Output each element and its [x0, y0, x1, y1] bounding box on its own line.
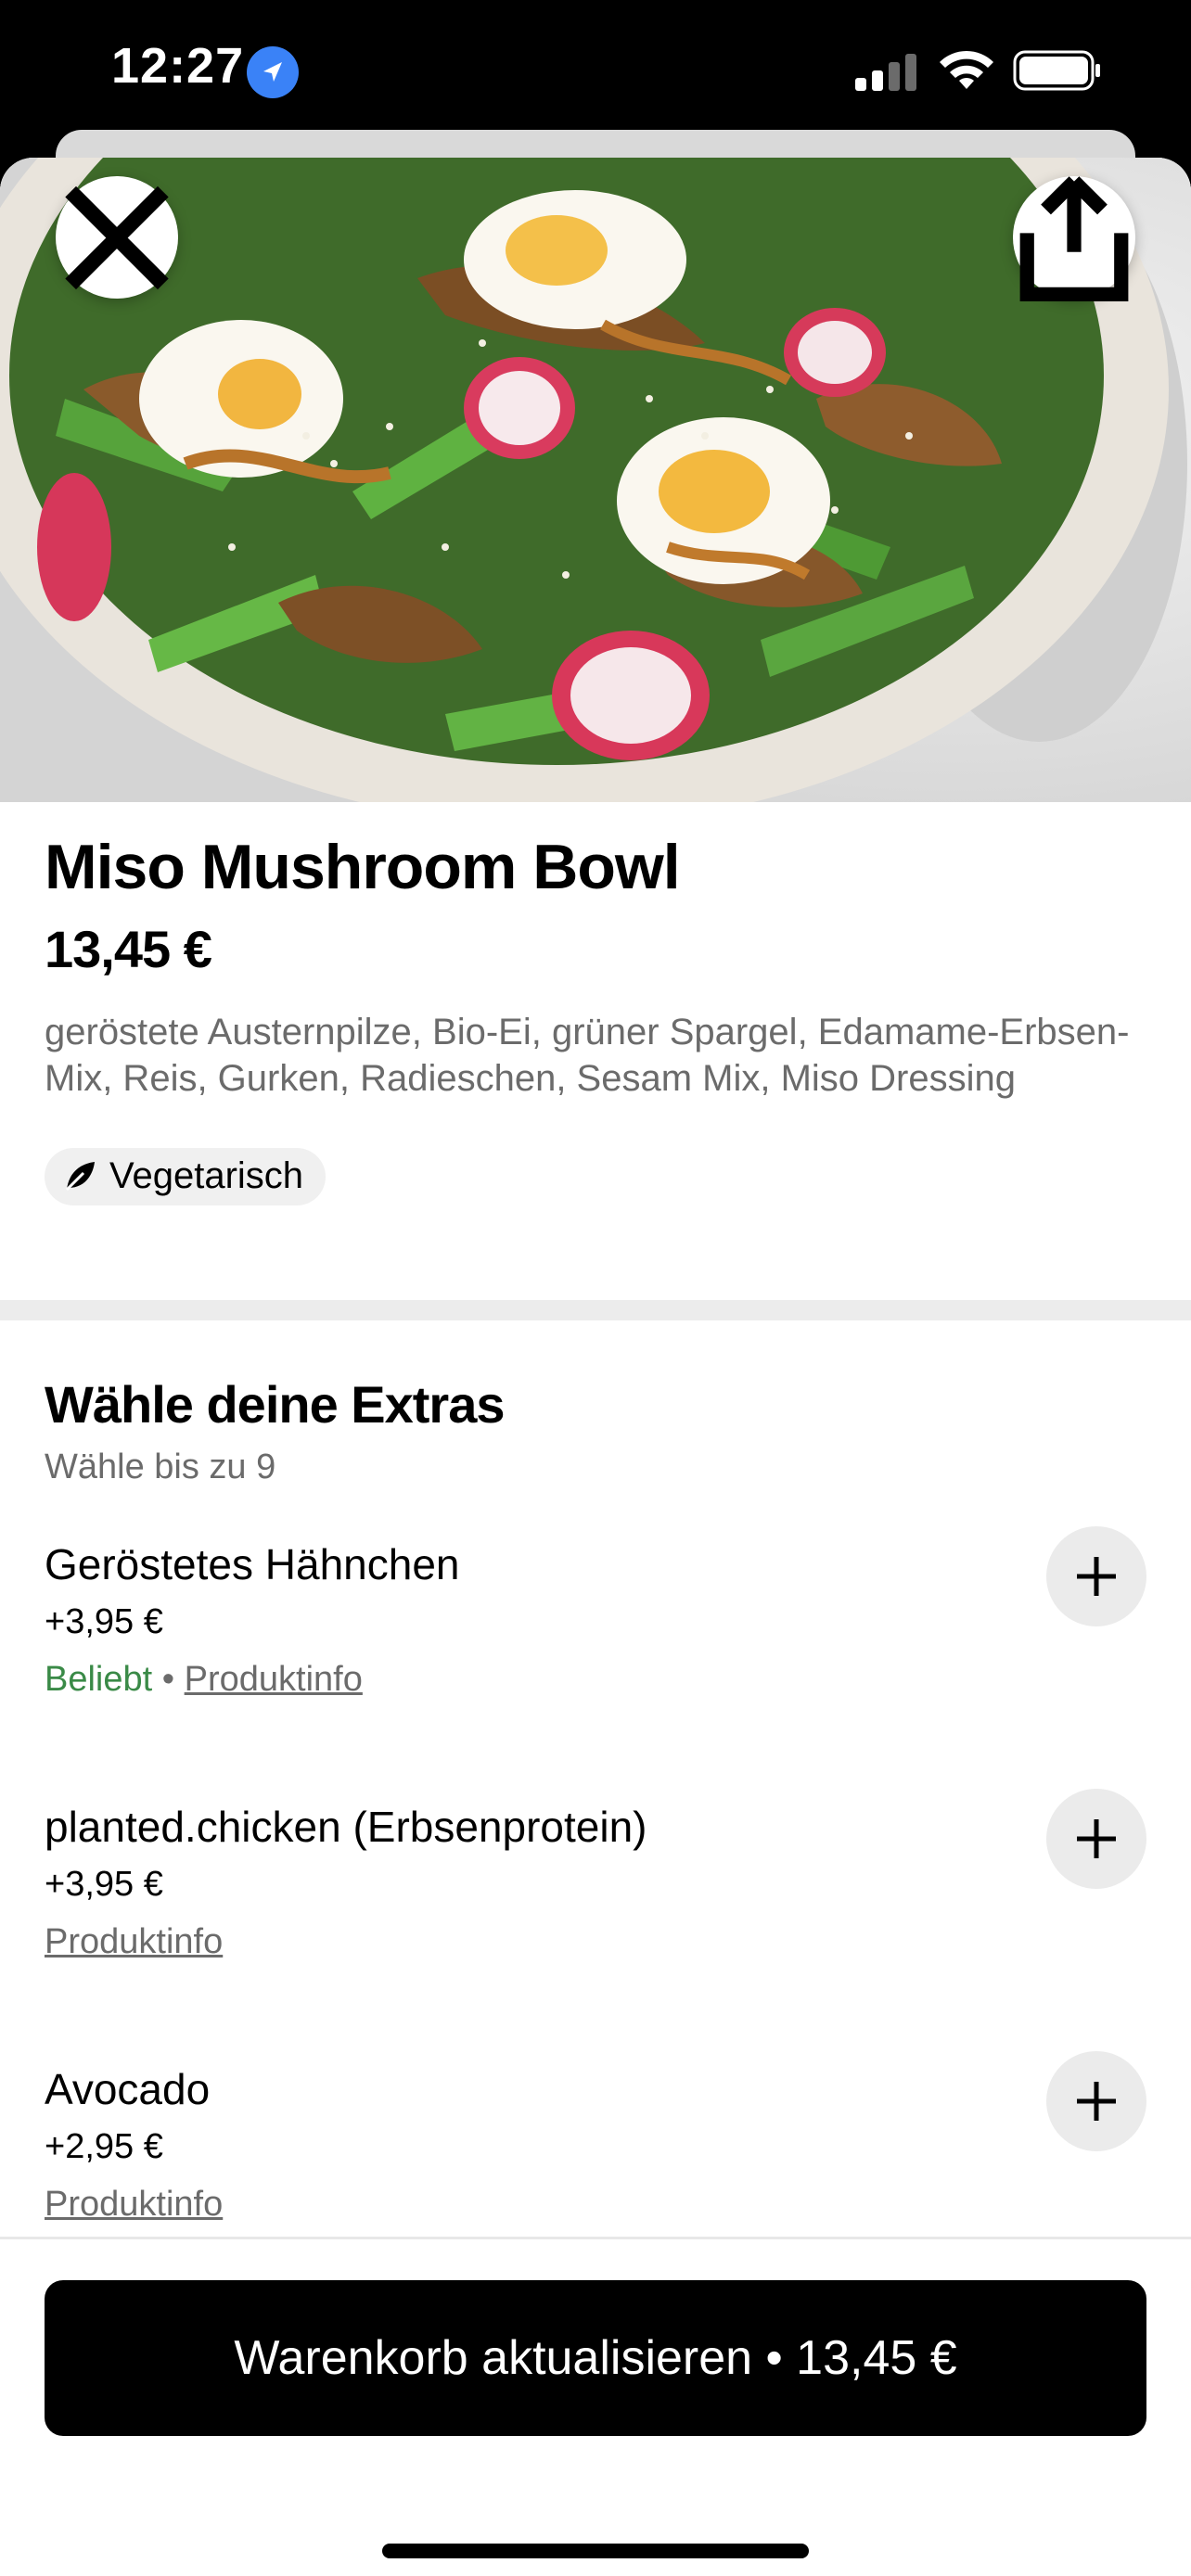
status-bar: 12:27 — [0, 0, 1191, 148]
extra-option-roasted-chicken[interactable]: Geröstetes Hähnchen +3,95 € Beliebt • Pr… — [45, 1526, 1146, 1771]
dietary-tag: Vegetarisch — [45, 1147, 327, 1205]
wifi-icon — [940, 50, 993, 89]
close-button[interactable] — [56, 176, 178, 299]
leaf-icon — [65, 1161, 95, 1191]
bottom-action-bar: Warenkorb aktualisieren • 13,45 € — [0, 2237, 1191, 2576]
option-price: +3,95 € — [45, 1602, 163, 1641]
option-meta: Produktinfo — [45, 2185, 223, 2225]
section-divider — [0, 1300, 1191, 1320]
item-sheet: Miso Mushroom Bowl 13,45 € geröstete Aus… — [0, 158, 1191, 2576]
popular-badge: Beliebt — [45, 1660, 153, 1699]
add-extra-button[interactable] — [1046, 1526, 1146, 1626]
option-name: Geröstetes Hähnchen — [45, 1540, 460, 1588]
battery-icon — [1013, 50, 1100, 91]
update-cart-button[interactable]: Warenkorb aktualisieren • 13,45 € — [45, 2280, 1146, 2436]
item-details: Miso Mushroom Bowl 13,45 € geröstete Aus… — [45, 830, 1146, 1205]
product-info-link[interactable]: Produktinfo — [185, 1660, 363, 1699]
add-extra-button[interactable] — [1046, 2051, 1146, 2151]
option-price: +2,95 € — [45, 2127, 163, 2166]
extras-section: Wähle deine Extras Wähle bis zu 9 — [45, 1374, 1146, 1487]
status-time: 12:27 — [111, 38, 245, 94]
close-icon — [65, 185, 169, 289]
meta-separator: • — [161, 1660, 175, 1699]
share-icon — [1019, 175, 1129, 301]
home-indicator[interactable] — [382, 2544, 809, 2558]
option-meta: Produktinfo — [45, 1922, 223, 1962]
location-arrow-icon — [247, 46, 299, 98]
plus-icon — [1077, 2082, 1116, 2121]
item-photo — [0, 158, 1191, 802]
extra-option-planted-chicken[interactable]: planted.chicken (Erbsenprotein) +3,95 € … — [45, 1789, 1146, 2034]
option-price: +3,95 € — [45, 1865, 163, 1904]
option-name: Avocado — [45, 2065, 211, 2113]
option-name: planted.chicken (Erbsenprotein) — [45, 1803, 647, 1851]
product-info-link[interactable]: Produktinfo — [45, 2185, 223, 2224]
extras-title: Wähle deine Extras — [45, 1375, 506, 1434]
share-button[interactable] — [1013, 175, 1135, 301]
add-extra-button[interactable] — [1046, 1789, 1146, 1889]
dietary-tag-label: Vegetarisch — [109, 1155, 304, 1197]
cellular-signal-icon — [855, 54, 916, 91]
item-title: Miso Mushroom Bowl — [45, 832, 681, 902]
item-price: 13,45 € — [45, 919, 212, 978]
plus-icon — [1077, 1557, 1116, 1596]
extras-subtitle: Wähle bis zu 9 — [45, 1447, 276, 1486]
option-meta: Beliebt • Produktinfo — [45, 1660, 363, 1700]
item-description: geröstete Austernpilze, Bio-Ei, grüner S… — [45, 1011, 1130, 1099]
plus-icon — [1077, 1819, 1116, 1858]
product-info-link[interactable]: Produktinfo — [45, 1922, 223, 1961]
